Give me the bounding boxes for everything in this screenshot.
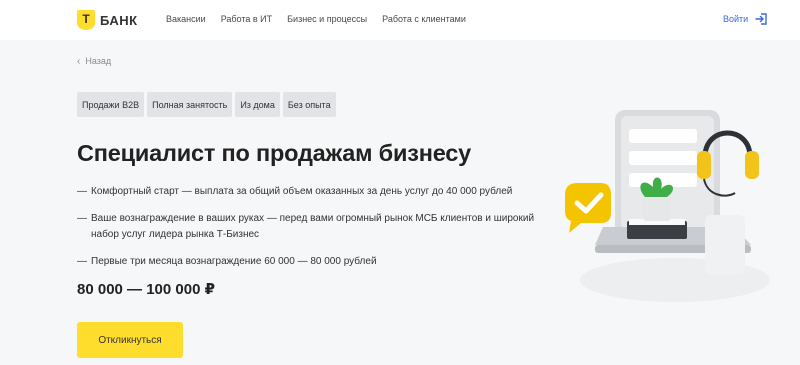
login-arrow-icon bbox=[755, 13, 767, 25]
list-item: — Ваше вознаграждение в ваших руках — пе… bbox=[77, 211, 537, 243]
dash-bullet: — bbox=[77, 186, 87, 197]
back-link[interactable]: ‹ Назад bbox=[77, 56, 111, 66]
salary-range: 80 000 — 100 000 ₽ bbox=[77, 281, 216, 298]
login-label: Войти bbox=[723, 14, 749, 24]
main-nav: Вакансии Работа в ИТ Бизнес и процессы Р… bbox=[166, 14, 481, 24]
nav-link-business-processes[interactable]: Бизнес и процессы bbox=[287, 14, 367, 24]
vacancy-tags: Продажи B2B Полная занятость Из дома Без… bbox=[77, 92, 339, 117]
list-item: — Комфортный старт — выплата за общий об… bbox=[77, 184, 537, 200]
benefit-text: Первые три месяца вознаграждение 60 000 … bbox=[91, 256, 377, 267]
benefit-text: Комфортный старт — выплата за общий объе… bbox=[91, 186, 513, 197]
tag-no-experience: Без опыта bbox=[282, 92, 336, 117]
tag-remote: Из дома bbox=[235, 92, 280, 117]
nav-link-vacancies[interactable]: Вакансии bbox=[166, 14, 206, 24]
logo-text: БАНК bbox=[100, 12, 138, 28]
tag-full-time: Полная занятость bbox=[147, 92, 233, 117]
nav-link-customer-jobs[interactable]: Работа с клиентами bbox=[382, 14, 466, 24]
benefit-text: Ваше вознаграждение в ваших руках — пере… bbox=[91, 213, 535, 240]
logo-shield-icon: Т bbox=[77, 10, 95, 30]
laptop-headphones-illustration bbox=[565, 110, 770, 302]
tag-b2b-sales: Продажи B2B bbox=[77, 92, 145, 117]
tbank-logo[interactable]: Т БАНК bbox=[77, 10, 138, 30]
login-button[interactable]: Войти bbox=[723, 13, 767, 25]
chevron-left-icon: ‹ bbox=[77, 55, 81, 67]
list-item: — Первые три месяца вознаграждение 60 00… bbox=[77, 254, 537, 270]
vacancy-title: Специалист по продажам бизнесу bbox=[77, 140, 472, 166]
dash-bullet: — bbox=[77, 213, 87, 224]
back-label: Назад bbox=[85, 56, 112, 66]
nav-link-it-jobs[interactable]: Работа в ИТ bbox=[221, 14, 272, 24]
benefits-list: — Комфортный старт — выплата за общий об… bbox=[77, 184, 537, 281]
dash-bullet: — bbox=[77, 256, 87, 267]
apply-button[interactable]: Откликнуться bbox=[77, 322, 183, 358]
top-navigation-bar: Т БАНК Вакансии Работа в ИТ Бизнес и про… bbox=[0, 0, 800, 40]
